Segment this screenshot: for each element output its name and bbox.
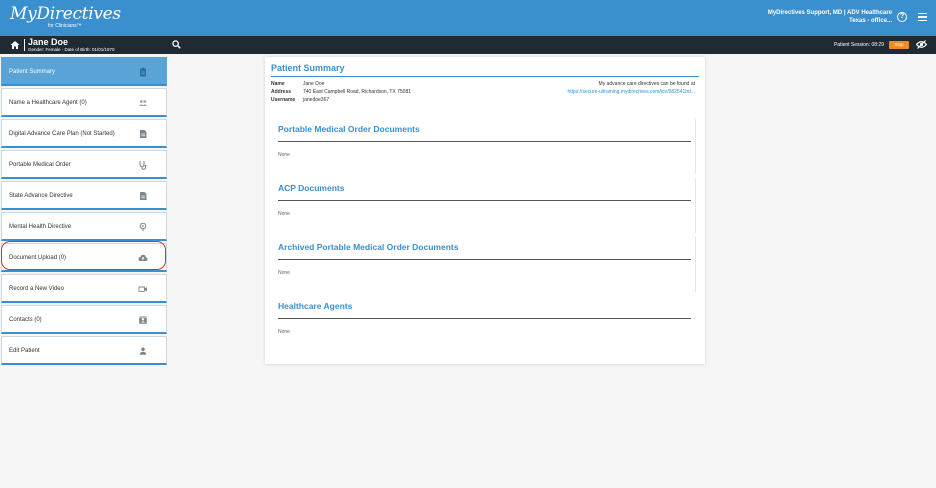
patient-session-timer: Patient Session: 08:29	[833, 42, 884, 48]
sidebar-item-label: Contacts (0)	[9, 317, 42, 323]
top-bar: MyDirectives for Clinicians™ MyDirective…	[0, 0, 936, 36]
app-logo[interactable]: MyDirectives for Clinicians™	[10, 4, 121, 29]
section-empty-text: None	[278, 152, 290, 158]
patient-summary-card: Patient Summary Name Jane Doe Address 740 …	[265, 57, 705, 364]
page-title: Patient Summary	[271, 63, 345, 73]
contacts-icon	[139, 316, 147, 324]
sidebar-item-label: Record a New Video	[9, 286, 64, 292]
sidebar-item-label: Document Upload (0)	[9, 255, 67, 261]
logo-main-text: MyDirectives	[10, 4, 121, 24]
people-icon	[138, 100, 148, 106]
section-empty-text: None	[278, 270, 290, 276]
eye-off-icon[interactable]	[916, 40, 927, 49]
sidebar-item-label: Patient Summary	[9, 69, 56, 75]
section-divider	[278, 141, 691, 142]
user-account-info[interactable]: MyDirectives Support, MD | ADV Healthcar…	[768, 9, 892, 25]
brain-icon	[139, 222, 147, 232]
username-label: Username	[271, 97, 296, 103]
sidebar-item-contacts[interactable]: Contacts (0)	[1, 305, 167, 334]
section-scroll-edge	[695, 178, 696, 233]
sidebar-item-label: Portable Medical Order	[9, 162, 71, 168]
name-value: Jane Doe	[303, 81, 325, 87]
sidebar-item-mental-health-directive[interactable]: Mental Health Directive	[1, 212, 167, 241]
advance-directive-notice: My advance care directives can be found …	[598, 81, 695, 87]
stethoscope-icon	[139, 161, 147, 170]
logo-sub-text: for Clinicians™	[48, 23, 82, 29]
username-value: janedoe367	[303, 97, 330, 103]
section-title: ACP Documents	[278, 183, 345, 193]
patient-demographics: Gender: Female · Date of Birth: 01/01/19…	[28, 47, 115, 52]
patient-bar-divider	[24, 39, 25, 51]
title-divider	[271, 76, 699, 77]
name-label: Name	[271, 81, 285, 87]
section-archived-portable-medical-order-documents: Archived Portable Medical Order Document…	[270, 235, 700, 294]
user-name-org: MyDirectives Support, MD | ADV Healthcar…	[767, 10, 892, 16]
section-divider	[278, 318, 691, 319]
sidebar-item-label: State Advance Directive	[9, 193, 73, 199]
patient-address-row: Address 740 East Campbell Road, Richardso…	[271, 89, 411, 95]
patient-name-row: Name Jane Doe	[271, 81, 324, 87]
sidebar-item-healthcare-agent[interactable]: Name a Healthcare Agent (0)	[1, 88, 167, 117]
sidebar-item-document-upload[interactable]: Document Upload (0)	[1, 243, 167, 272]
sidebar-item-digital-advance-care-plan[interactable]: Digital Advance Care Plan (Not Started)	[1, 119, 167, 148]
question-circle-icon[interactable]: ?	[897, 12, 907, 22]
patient-bar: Jane Doe Gender: Female · Date of Birth:…	[0, 36, 936, 54]
section-title: Healthcare Agents	[278, 301, 353, 311]
documents-scroll-area[interactable]: Portable Medical Order Documents None AC…	[270, 117, 700, 349]
sidebar-nav: Patient Summary Name a Healthcare Agent …	[1, 57, 167, 367]
section-scroll-edge	[695, 119, 696, 174]
hamburger-menu-icon[interactable]	[918, 13, 927, 21]
cloud-upload-icon	[138, 254, 148, 261]
document-icon	[140, 130, 147, 138]
home-icon[interactable]	[10, 40, 20, 50]
section-healthcare-agents: Healthcare Agents None	[270, 294, 700, 349]
section-portable-medical-order-documents: Portable Medical Order Documents None	[270, 117, 700, 176]
section-acp-documents: ACP Documents None	[270, 176, 700, 235]
address-label: Address	[271, 89, 292, 95]
sidebar-item-label: Mental Health Directive	[9, 224, 72, 230]
patient-username-row: Username janedoe367	[271, 97, 329, 103]
document-icon	[140, 192, 147, 200]
search-icon[interactable]	[172, 40, 181, 49]
stop-session-button[interactable]: Stop	[889, 41, 909, 49]
user-location: Texas - office...	[849, 18, 892, 24]
sidebar-item-label: Digital Advance Care Plan (Not Started)	[9, 131, 115, 137]
section-title: Archived Portable Medical Order Document…	[278, 242, 459, 252]
clipboard-icon	[140, 67, 146, 77]
section-scroll-edge	[695, 237, 696, 292]
advance-directive-link[interactable]: https://secure-uitraining.mydirectives.c…	[567, 89, 695, 95]
section-empty-text: None	[278, 329, 290, 335]
section-divider	[278, 200, 691, 201]
sidebar-item-label: Name a Healthcare Agent (0)	[9, 100, 87, 106]
section-divider	[278, 259, 691, 260]
sidebar-item-label: Edit Patient	[9, 348, 40, 354]
patient-name: Jane Doe	[28, 37, 69, 47]
video-camera-icon	[138, 286, 147, 292]
sidebar-item-patient-summary[interactable]: Patient Summary	[1, 57, 167, 86]
section-title: Portable Medical Order Documents	[278, 124, 420, 134]
address-value: 740 East Campbell Road, Richardson, TX 7…	[303, 89, 412, 95]
sidebar-item-state-advance-directive[interactable]: State Advance Directive	[1, 181, 167, 210]
sidebar-item-edit-patient[interactable]: Edit Patient	[1, 336, 167, 365]
section-empty-text: None	[278, 211, 290, 217]
sidebar-item-portable-medical-order[interactable]: Portable Medical Order	[1, 150, 167, 179]
person-icon	[139, 347, 147, 355]
sidebar-item-record-video[interactable]: Record a New Video	[1, 274, 167, 303]
